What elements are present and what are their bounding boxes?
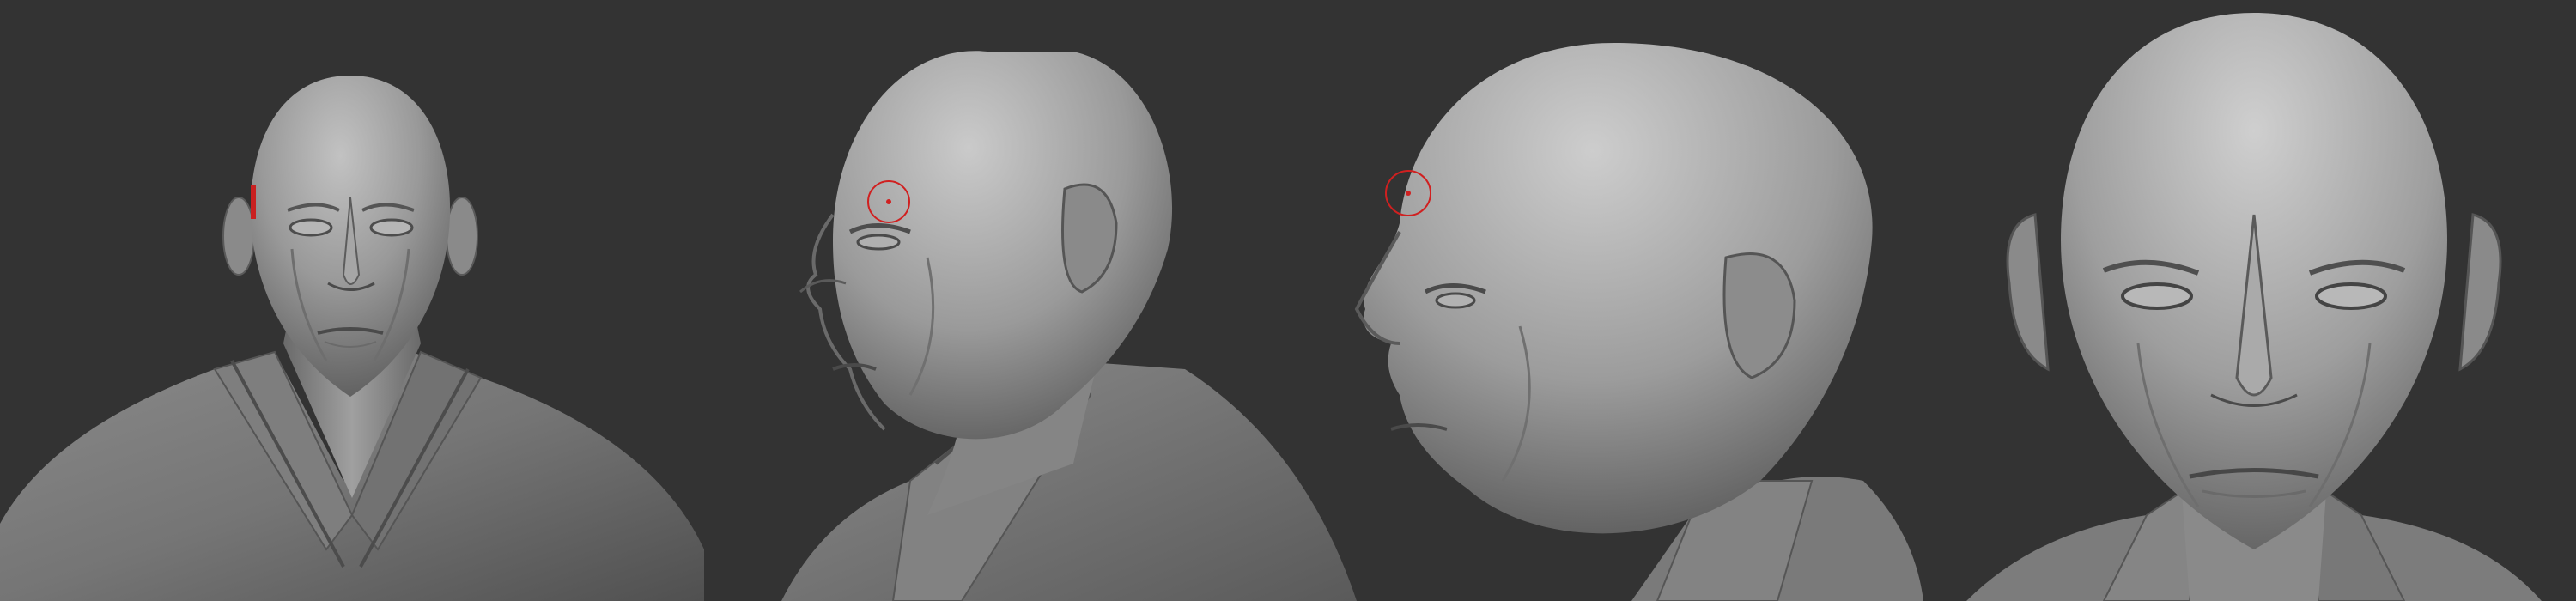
eye-left <box>289 218 333 237</box>
ear-left <box>222 197 255 276</box>
brush-cursor-dot <box>886 199 891 204</box>
profile-sculpt <box>1354 43 1923 601</box>
front-bust-sculpt <box>0 76 704 601</box>
eye <box>856 234 901 251</box>
ear-right <box>2458 213 2502 372</box>
brush-mask-mark <box>251 185 256 219</box>
ear-left <box>2006 213 2050 372</box>
eye-left <box>2121 282 2193 310</box>
ear-right <box>446 197 478 276</box>
view-front-closeup[interactable] <box>1932 0 2576 601</box>
eye-right <box>369 218 414 237</box>
view-front-bust[interactable] <box>0 0 704 601</box>
brush-cursor-dot <box>1406 191 1411 196</box>
sculpt-canvas <box>0 0 2576 601</box>
mouth <box>832 363 877 371</box>
eye-right <box>2315 282 2387 310</box>
three-quarter-sculpt <box>781 51 1357 601</box>
eye <box>1435 292 1476 309</box>
front-closeup-sculpt <box>1966 13 2542 601</box>
view-three-quarter-left[interactable] <box>704 0 1374 601</box>
view-profile-left[interactable] <box>1331 0 1932 601</box>
